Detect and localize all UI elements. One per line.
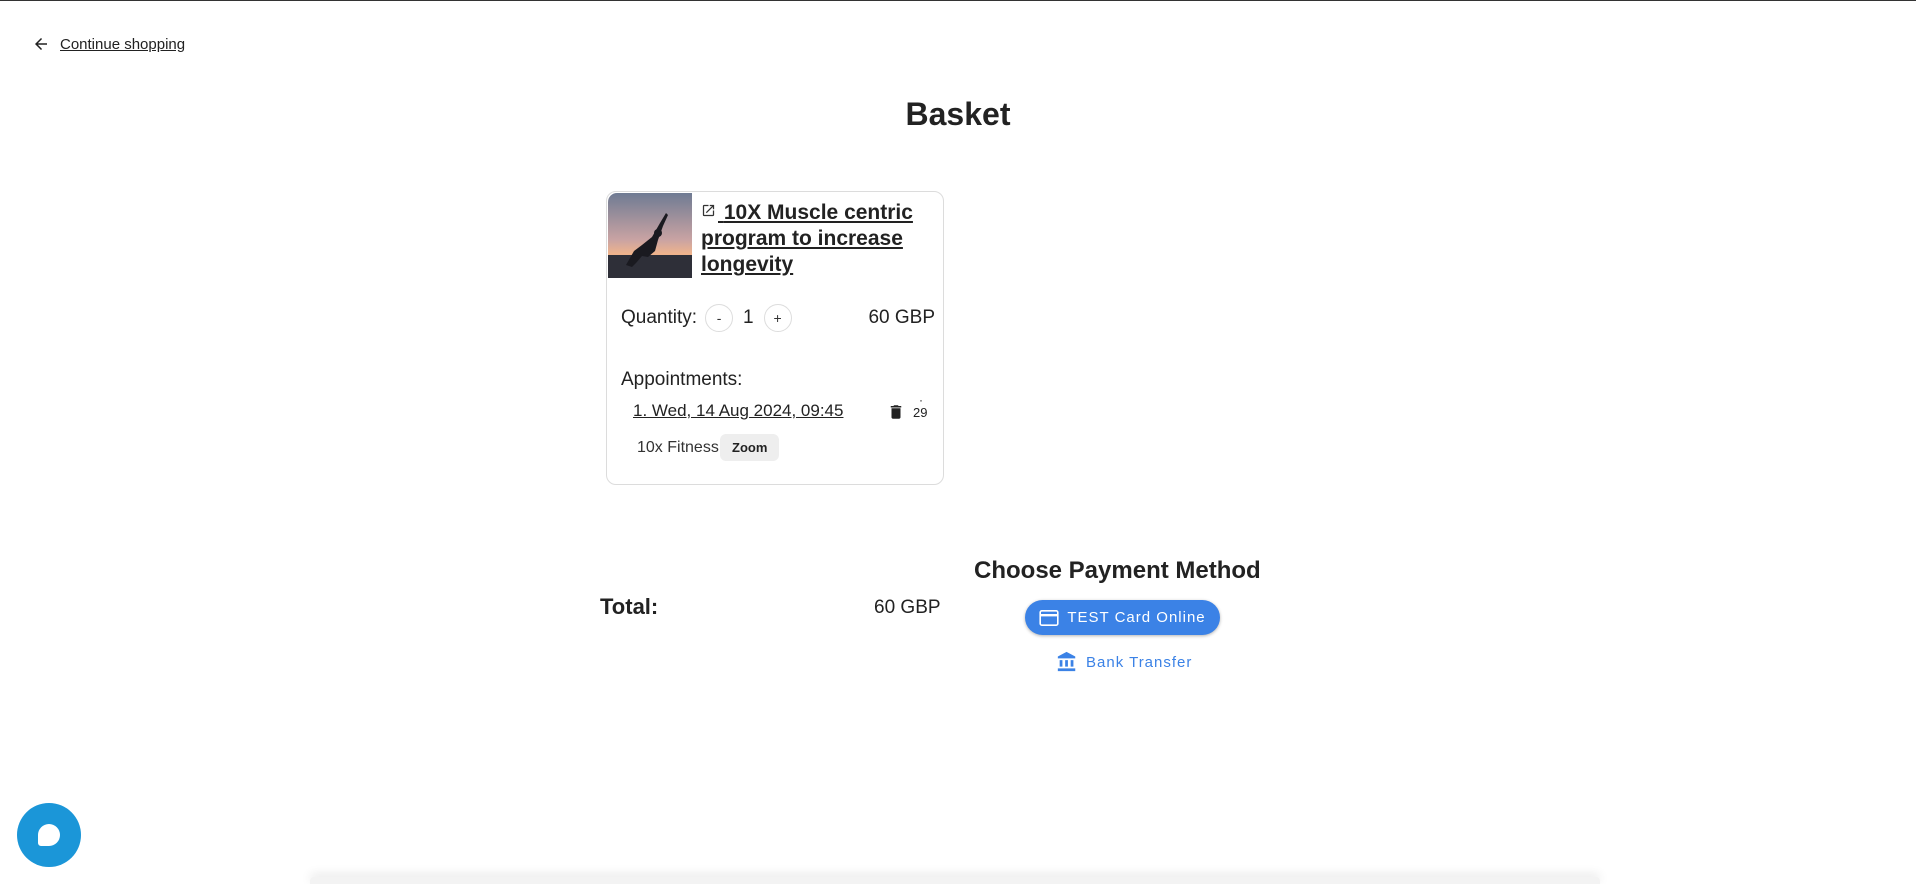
delete-appointment-button[interactable]	[887, 402, 905, 427]
credit-card-icon	[1039, 609, 1059, 626]
location-chip: Zoom	[720, 434, 780, 461]
card-payment-label: TEST Card Online	[1067, 609, 1206, 626]
payment-method-title: Choose Payment Method	[974, 557, 1261, 584]
quantity-value: 1	[743, 307, 754, 328]
bank-transfer-label: Bank Transfer	[1086, 653, 1193, 671]
quantity-label: Quantity:	[621, 307, 698, 328]
chat-icon	[38, 824, 60, 846]
product-image	[608, 193, 692, 278]
item-price: 60 GBP	[868, 307, 935, 328]
appointment-count: 29	[913, 393, 927, 420]
continue-shopping-label: Continue shopping	[60, 35, 186, 53]
page-title: Basket	[905, 96, 1011, 132]
appointment-link[interactable]: 1. Wed, 14 Aug 2024, 09:45	[633, 401, 843, 421]
arrow-left-icon	[35, 38, 47, 50]
increment-button[interactable]: +	[763, 304, 792, 332]
total-value: 60 GBP	[874, 597, 941, 618]
trash-icon	[890, 405, 902, 419]
chat-widget-button[interactable]	[17, 803, 81, 867]
quantity-row: Quantity: - 1 + 60 GBP	[621, 302, 935, 334]
bank-transfer-button[interactable]: Bank Transfer	[1056, 651, 1192, 673]
basket-item-card: 10X Muscle centric program to increase l…	[606, 191, 944, 485]
bank-icon	[1057, 651, 1076, 672]
total-label: Total:	[600, 594, 659, 619]
card-payment-button[interactable]: TEST Card Online	[1025, 600, 1220, 635]
external-link-icon	[702, 204, 715, 217]
decrement-button[interactable]: -	[705, 304, 734, 332]
continue-shopping-link[interactable]: Continue shopping	[32, 35, 185, 53]
appointments-label: Appointments:	[621, 369, 743, 390]
product-title: 10X Muscle centric program to increase l…	[701, 201, 913, 276]
product-title-link[interactable]: 10X Muscle centric program to increase l…	[701, 200, 937, 278]
organization-name: 10x Fitness	[637, 439, 719, 456]
